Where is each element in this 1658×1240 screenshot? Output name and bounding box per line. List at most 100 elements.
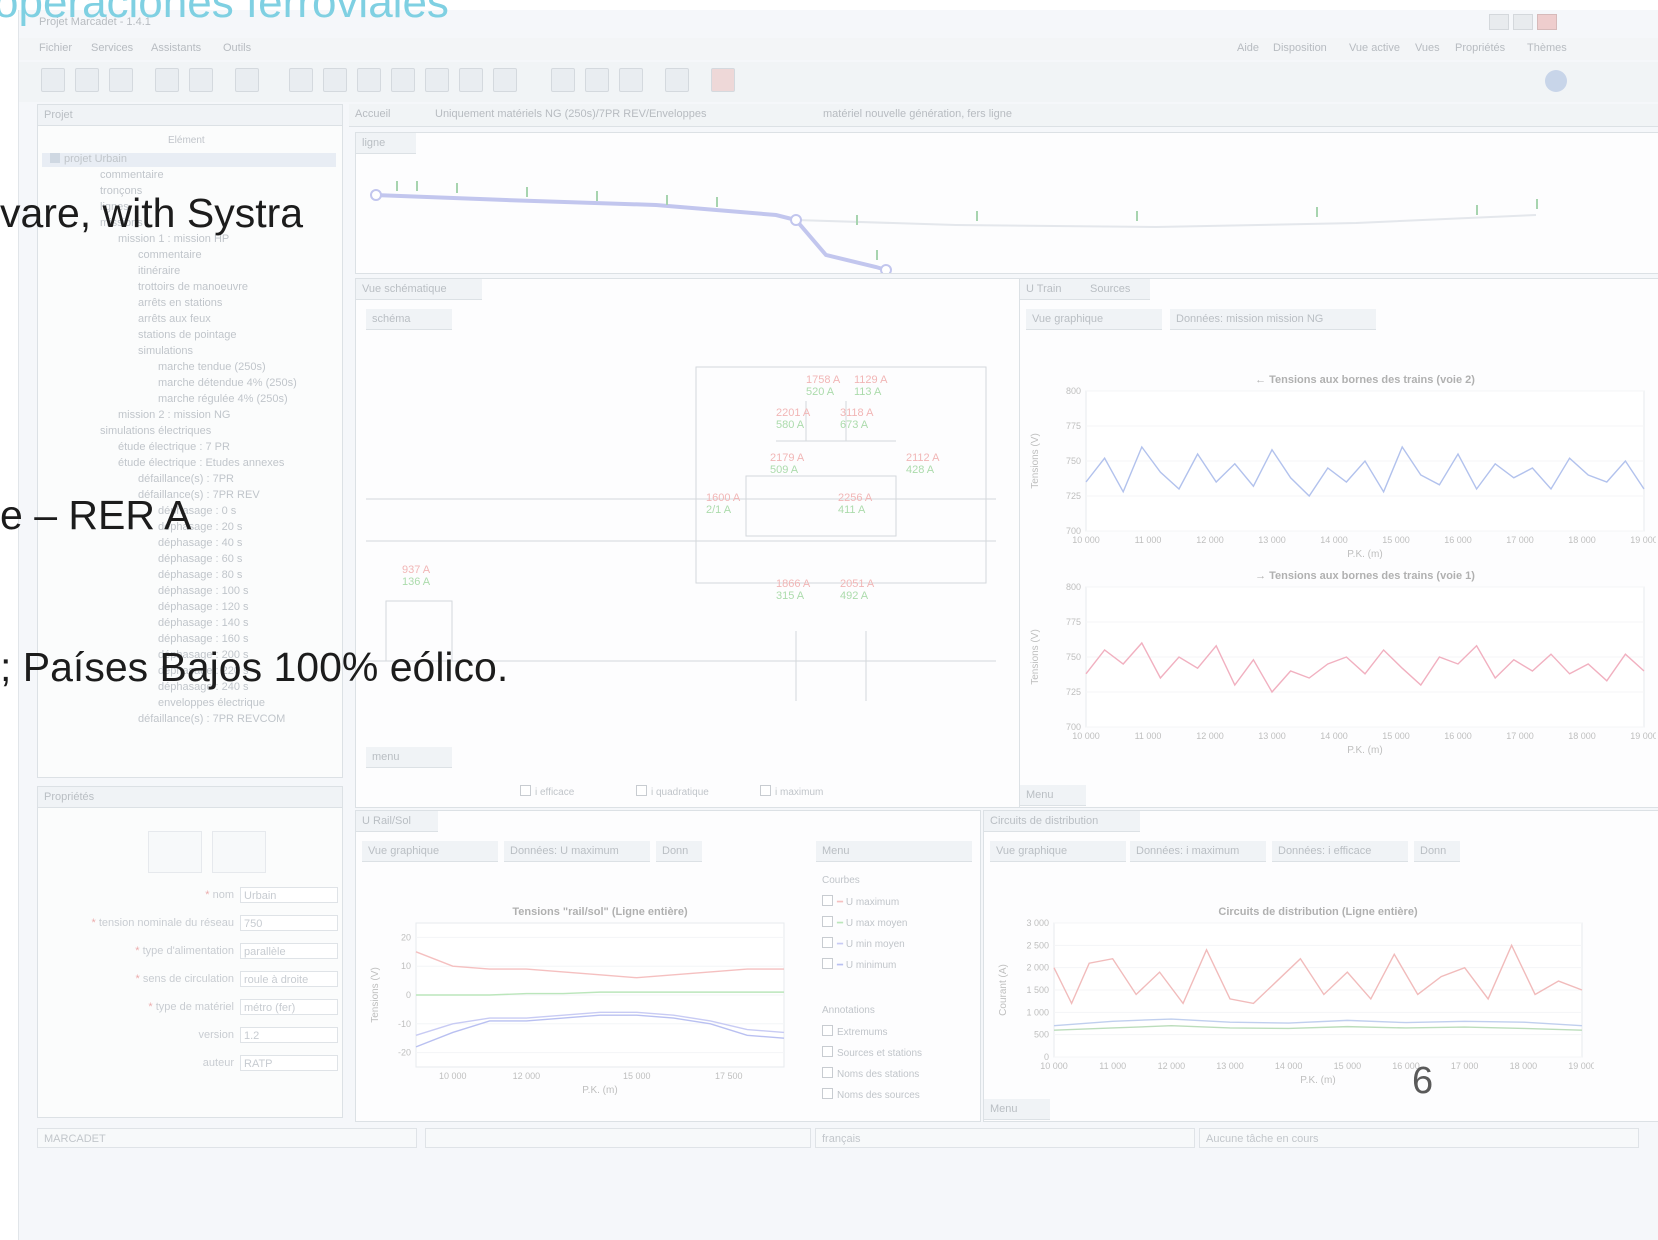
tree-item[interactable]: commentaire [100, 169, 164, 181]
tab-donnees-imax[interactable]: Données: i maximum [1130, 841, 1266, 862]
circuits-tab[interactable]: Circuits de distribution [984, 811, 1140, 832]
tree-item[interactable]: arrêts en stations [138, 297, 222, 309]
signal-icon[interactable] [323, 68, 347, 92]
tab-accueil[interactable]: Accueil [355, 108, 390, 120]
tab-utrain[interactable]: U Train [1020, 279, 1086, 300]
curve-toggle[interactable]: ━ U maximum [822, 895, 899, 908]
schema-tab[interactable]: schéma [366, 309, 452, 330]
refresh-icon[interactable] [459, 68, 483, 92]
track-icon[interactable] [357, 68, 381, 92]
schema-menu-tab[interactable]: menu [366, 747, 452, 768]
tree-item[interactable]: mission 2 : mission NG [118, 409, 230, 421]
tab-donnees-ieff[interactable]: Données: i efficace [1272, 841, 1408, 862]
tree-item[interactable]: simulations [138, 345, 193, 357]
curve-toggle[interactable]: ━ U max moyen [822, 916, 908, 929]
legend-item[interactable]: i quadratique [636, 785, 709, 798]
menu-services[interactable]: Services [91, 42, 133, 54]
tab-vue-graphique[interactable]: Vue graphique [990, 841, 1126, 862]
tab-vue-graphique[interactable]: Vue graphique [362, 841, 498, 862]
curve-toggle[interactable]: ━ U minimum [822, 958, 896, 971]
stop-icon[interactable] [711, 68, 735, 92]
maximize-button[interactable] [1513, 14, 1533, 30]
properties-panel-tab[interactable]: Propriétés [38, 787, 342, 808]
tree-item[interactable]: défaillance(s) : 7PR REVCOM [138, 713, 285, 725]
tree-item[interactable]: déphasage : 60 s [158, 553, 242, 565]
annotation-toggle[interactable]: Sources et stations [822, 1046, 922, 1059]
train-icon[interactable] [391, 68, 415, 92]
tree-item[interactable]: déphasage : 80 s [158, 569, 242, 581]
tree-item[interactable]: déphasage : 120 s [158, 601, 249, 613]
urail-menu-tab[interactable]: Menu [816, 841, 972, 862]
project-panel-tab[interactable]: Projet [38, 105, 342, 126]
tree-item[interactable]: stations de pointage [138, 329, 236, 341]
utrain-menu-tab[interactable]: Menu [1020, 785, 1086, 806]
redo-button[interactable] [212, 831, 266, 873]
tab-donnees-mission[interactable]: Données: mission mission NG [1170, 309, 1376, 330]
tree-item[interactable]: enveloppes électrique [158, 697, 265, 709]
menu-themes[interactable]: Thèmes [1527, 42, 1567, 54]
substation-icon[interactable] [619, 68, 643, 92]
legend-item[interactable]: i maximum [760, 785, 823, 798]
save-icon[interactable] [155, 68, 179, 92]
line-view-tab[interactable]: ligne [356, 133, 416, 154]
electric-study-icon[interactable] [551, 68, 575, 92]
simulation-icon[interactable] [425, 68, 449, 92]
menu-disposition[interactable]: Disposition [1273, 42, 1327, 54]
delete-icon[interactable] [493, 68, 517, 92]
station-icon[interactable] [289, 68, 313, 92]
envelope-icon[interactable] [665, 68, 689, 92]
material-type-select[interactable]: métro (fer) [240, 999, 338, 1015]
tree-item[interactable]: commentaire [138, 249, 202, 261]
close-project-icon[interactable] [109, 68, 133, 92]
annotation-toggle[interactable]: Noms des sources [822, 1088, 920, 1101]
voltage-field[interactable]: 750 [240, 915, 338, 931]
legend-item[interactable]: i efficace [520, 785, 574, 798]
tree-item[interactable]: marche tendue (250s) [158, 361, 266, 373]
menu-proprietes[interactable]: Propriétés [1455, 42, 1505, 54]
curve-toggle[interactable]: ━ U min moyen [822, 937, 905, 950]
close-window-button[interactable] [1537, 14, 1557, 30]
tab-new-generation[interactable]: matériel nouvelle génération, fers ligne [823, 108, 1012, 120]
menu-fichier[interactable]: Fichier [39, 42, 72, 54]
tab-donnees[interactable]: Donn [1414, 841, 1460, 862]
electric-failure-icon[interactable] [585, 68, 609, 92]
save-as-icon[interactable] [189, 68, 213, 92]
tree-item[interactable]: marche régulée 4% (250s) [158, 393, 288, 405]
name-field[interactable]: Urbain [240, 887, 338, 903]
menu-vues[interactable]: Vues [1415, 42, 1440, 54]
open-project-icon[interactable] [75, 68, 99, 92]
version-field[interactable]: 1.2 [240, 1027, 338, 1043]
menu-aide[interactable]: Aide [1237, 42, 1259, 54]
tree-item[interactable]: étude électrique : 7 PR [118, 441, 230, 453]
author-field[interactable]: RATP [240, 1055, 338, 1071]
menu-vue-active[interactable]: Vue active [1349, 42, 1400, 54]
menu-assistants[interactable]: Assistants [151, 42, 201, 54]
tree-item[interactable]: trottoirs de manoeuvre [138, 281, 248, 293]
menu-outils[interactable]: Outils [223, 42, 251, 54]
tree-item[interactable]: déphasage : 140 s [158, 617, 249, 629]
export-icon[interactable] [235, 68, 259, 92]
minimize-button[interactable] [1489, 14, 1509, 30]
traffic-direction-select[interactable]: roule à droite [240, 971, 338, 987]
circuits-menu-tab[interactable]: Menu [984, 1099, 1050, 1120]
tab-donnees[interactable]: Donn [656, 841, 702, 862]
tree-item[interactable]: défaillance(s) : 7PR [138, 473, 234, 485]
info-icon[interactable] [1545, 70, 1567, 92]
tab-vue-graphique[interactable]: Vue graphique [1026, 309, 1162, 330]
tree-item[interactable]: projet Urbain [50, 153, 127, 165]
tree-item[interactable]: étude électrique : Etudes annexes [118, 457, 284, 469]
tab-donnees-umax[interactable]: Données: U maximum [504, 841, 650, 862]
tab-sources[interactable]: Sources [1084, 279, 1150, 300]
annotation-toggle[interactable]: Noms des stations [822, 1067, 919, 1080]
tab-active-study[interactable]: Uniquement matériels NG (250s)/7PR REV/E… [435, 108, 706, 120]
annotation-toggle[interactable]: Extremums [822, 1025, 888, 1038]
undo-button[interactable] [148, 831, 202, 873]
urail-tab[interactable]: U Rail/Sol [356, 811, 438, 832]
tree-item[interactable]: marche détendue 4% (250s) [158, 377, 297, 389]
new-project-icon[interactable] [41, 68, 65, 92]
tree-item[interactable]: arrêts aux feux [138, 313, 211, 325]
schematic-view-tab[interactable]: Vue schématique [356, 279, 482, 300]
tree-item[interactable]: simulations électriques [100, 425, 211, 437]
tree-item[interactable]: itinéraire [138, 265, 180, 277]
tree-item[interactable]: déphasage : 100 s [158, 585, 249, 597]
